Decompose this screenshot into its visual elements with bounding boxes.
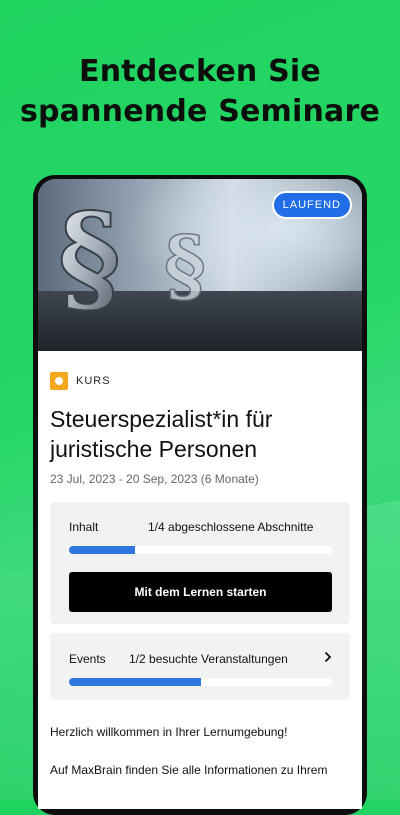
events-progress-fill [69,678,201,686]
svg-text:§: § [58,187,121,317]
content-label: Inhalt [69,520,99,534]
card-content: KURS Steuerspezialist*in für juristische… [38,372,362,777]
welcome-text: Herzlich willkommen in Ihrer Lernumgebun… [50,725,288,739]
content-progress-bar [69,546,332,554]
status-badge: LAUFEND [271,191,352,219]
course-icon [50,372,68,390]
paragraph-sign-icon: § [57,187,122,317]
headline-line-1: Entdecken Sie [79,54,321,89]
content-status: 1/4 abgeschlossene Abschnitte [148,520,314,534]
events-progress-panel[interactable]: Events 1/2 besuchte Veranstaltungen [50,633,350,700]
paragraph-sign-icon-secondary: § [163,217,206,307]
events-progress-bar [69,678,332,686]
content-progress-row: Inhalt 1/4 abgeschlossene Abschnitte [69,520,332,534]
events-status: 1/2 besuchte Veranstaltungen [129,651,288,666]
promo-headline: Entdecken Sie spannende Seminare [0,52,400,132]
course-hero-image: § § LAUFEND [38,179,362,351]
start-learning-button[interactable]: Mit dem Lernen starten [69,572,332,612]
course-dates: 23 Jul, 2023 - 20 Sep, 2023 (6 Monate) [50,472,259,486]
info-text: Auf MaxBrain finden Sie alle Information… [50,763,328,777]
chevron-right-icon[interactable] [322,651,332,666]
content-progress-panel: Inhalt 1/4 abgeschlossene Abschnitte Mit… [50,502,350,624]
course-title[interactable]: Steuerspezialist*in für juristische Pers… [50,404,350,464]
headline-line-2: spannende Seminare [19,94,381,129]
svg-text:§: § [164,218,206,307]
course-card: § § LAUFEND KURS Steuerspezialist*in für… [38,179,362,809]
course-type-row: KURS [50,372,350,390]
events-progress-row: Events 1/2 besuchte Veranstaltungen [69,651,332,666]
events-label: Events [69,651,106,666]
content-progress-fill [69,546,135,554]
course-type-label: KURS [76,375,111,387]
